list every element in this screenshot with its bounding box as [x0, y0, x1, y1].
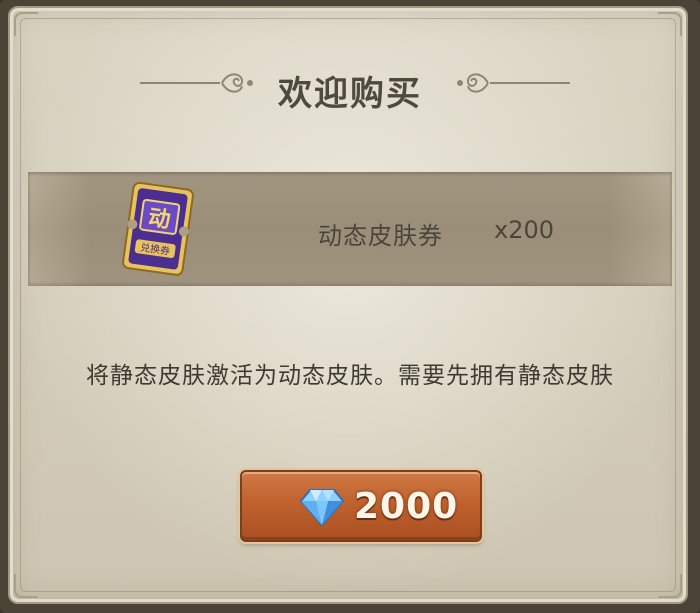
diamond-icon: [300, 489, 344, 526]
item-name: 动态皮肤券: [318, 222, 443, 250]
corner-ornament: [14, 12, 38, 36]
title-ornament-right-icon: [457, 73, 570, 93]
corner-ornament: [14, 574, 38, 598]
ticket-char: 动: [147, 206, 172, 234]
corner-ornament: [658, 574, 682, 598]
purchase-dialog: 欢迎购买 动 兑换券 动态皮肤券 x200 将静态皮肤激活为动态皮肤。需要先拥有…: [8, 6, 688, 604]
item-row: 动 兑换券 动态皮肤券 x200: [28, 172, 672, 286]
buy-button[interactable]: 2000: [240, 470, 482, 542]
item-description: 将静态皮肤激活为动态皮肤。需要先拥有静态皮肤: [86, 363, 614, 389]
dialog-header: 欢迎购买: [10, 60, 690, 116]
dialog-title: 欢迎购买: [278, 74, 422, 114]
corner-ornament: [658, 12, 682, 36]
dynamic-skin-ticket-icon: 动 兑换券: [122, 181, 194, 276]
price-label: 2000: [354, 486, 459, 527]
item-quantity: x200: [494, 216, 555, 244]
dialog-frame: 欢迎购买 动 兑换券 动态皮肤券 x200 将静态皮肤激活为动态皮肤。需要先拥有…: [0, 0, 700, 613]
